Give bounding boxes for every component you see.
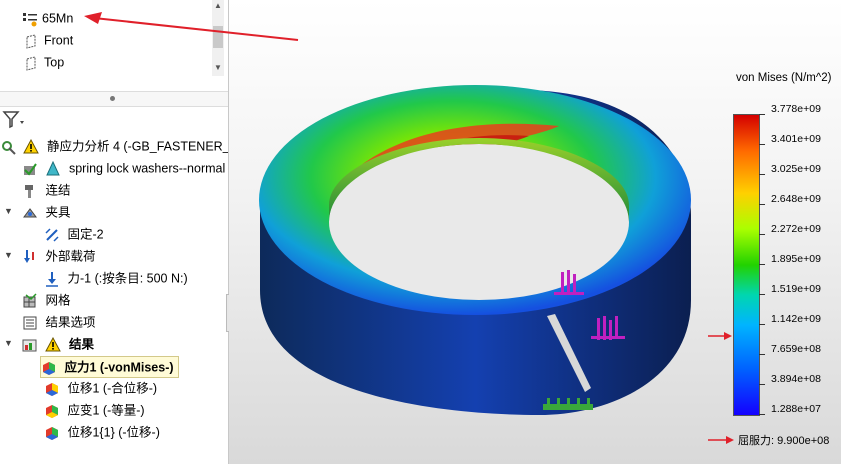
loads-label: 外部载荷 — [45, 249, 96, 264]
result-item-strain[interactable]: 应变1 (-等量-) — [44, 400, 145, 420]
plane-item-top[interactable]: Top — [24, 52, 64, 72]
mesh-label: 网格 — [45, 293, 71, 308]
result-options-icon — [22, 315, 38, 331]
material-label: 65Mn — [42, 11, 74, 26]
plane-icon — [24, 55, 40, 71]
legend-tick: 1.288e+07 — [771, 403, 821, 415]
yield-label-arrow-icon — [708, 436, 734, 444]
panel-splitter[interactable] — [0, 91, 228, 107]
expand-fixtures-icon[interactable]: ▼ — [4, 206, 13, 216]
force-arrow-icon — [44, 271, 60, 287]
connections-icon — [22, 183, 38, 199]
stress-plot-icon — [41, 360, 57, 376]
legend-title: von Mises (N/m^2) — [736, 72, 832, 84]
simulation-tree: 静应力分析 4 (-GB_FASTENER_WA spring lock was… — [0, 134, 228, 464]
filter-icon — [2, 111, 24, 129]
fixtures-icon — [22, 205, 38, 221]
legend-tick: 1.895e+09 — [771, 253, 821, 265]
connections-node[interactable]: 连结 — [22, 180, 71, 200]
legend-tick: 1.519e+09 — [771, 283, 821, 295]
part-label: spring lock washers--normal 1 — [68, 161, 228, 176]
fixed-geometry-icon — [44, 227, 60, 243]
external-loads-icon — [22, 249, 38, 265]
material-item[interactable]: 65Mn — [22, 8, 73, 28]
legend-tick: 2.272e+09 — [771, 223, 821, 235]
legend-color-bar — [733, 114, 760, 416]
plane-label: Front — [44, 33, 74, 48]
legend-tick: 2.648e+09 — [771, 193, 821, 205]
fixture-item[interactable]: 固定-2 — [44, 224, 104, 244]
results-label: 结果 — [68, 337, 94, 352]
plane-item-front[interactable]: Front — [24, 30, 73, 50]
connections-label: 连结 — [45, 183, 71, 198]
material-icon — [22, 11, 38, 27]
load-item-label: 力-1 (:按条目: 500 N:) — [67, 271, 188, 286]
legend-tick: 3.401e+09 — [771, 133, 821, 145]
load-item[interactable]: 力-1 (:按条目: 500 N:) — [44, 268, 188, 288]
legend-tick: 1.142e+09 — [771, 313, 821, 325]
mesh-node[interactable]: 网格 — [22, 290, 71, 310]
expand-results-icon[interactable]: ▼ — [4, 338, 13, 348]
mesh-icon — [22, 293, 38, 309]
result-item-label: 位移1{1} (-位移-) — [67, 425, 160, 440]
legend-tick: 7.659e+08 — [771, 343, 821, 355]
displacement-plot-icon — [44, 425, 60, 441]
result-item-label: 位移1 (-合位移-) — [67, 381, 158, 396]
loads-node[interactable]: 外部载荷 — [22, 246, 96, 266]
scroll-down-icon[interactable]: ▼ — [212, 62, 224, 74]
plane-label: Top — [44, 55, 65, 70]
parts-icon — [22, 161, 38, 177]
part-icon — [45, 160, 61, 177]
strain-plot-icon — [44, 403, 60, 419]
legend-tick: 3.025e+09 — [771, 163, 821, 175]
study-label: 静应力分析 4 (-GB_FASTENER_WA — [46, 139, 228, 154]
yield-strength-label: 屈服力: 9.900e+08 — [738, 435, 830, 447]
displacement-plot-icon — [44, 381, 60, 397]
results-folder-icon — [22, 337, 38, 353]
fixtures-node[interactable]: 夹具 — [22, 202, 71, 222]
study-icon — [0, 139, 16, 155]
result-item-label: 应变1 (-等量-) — [67, 403, 145, 418]
warning-icon — [45, 336, 62, 353]
result-item-label: 应力1 (-vonMises-) — [64, 360, 174, 375]
study-node[interactable]: 静应力分析 4 (-GB_FASTENER_WA — [0, 136, 228, 156]
yield-marker-arrow-icon — [708, 332, 732, 340]
legend-tick: 3.778e+09 — [771, 103, 821, 115]
part-node[interactable]: spring lock washers--normal 1 — [22, 158, 228, 178]
expand-loads-icon[interactable]: ▼ — [4, 250, 13, 260]
result-options-node[interactable]: 结果选项 — [22, 312, 96, 332]
result-options-label: 结果选项 — [45, 315, 96, 330]
plane-icon — [24, 33, 40, 49]
splitter-grip-icon — [110, 96, 115, 101]
legend-tick: 3.894e+08 — [771, 373, 821, 385]
fixtures-label: 夹具 — [45, 205, 71, 220]
feature-tree-panel: 65Mn Front Top ▲ ▼ 静应力分析 4 (-GB_FASTENER… — [0, 0, 229, 464]
warning-icon — [23, 138, 40, 155]
fixture-item-label: 固定-2 — [67, 227, 104, 242]
results-node[interactable]: 结果 — [22, 334, 94, 354]
annotation-arrow-icon — [84, 12, 299, 41]
result-item-stress[interactable]: 应力1 (-vonMises-) — [40, 356, 179, 378]
filter-dropdown[interactable] — [2, 109, 28, 134]
result-item-displacement[interactable]: 位移1 (-合位移-) — [44, 378, 157, 398]
result-item-displacement-2[interactable]: 位移1{1} (-位移-) — [44, 422, 160, 442]
